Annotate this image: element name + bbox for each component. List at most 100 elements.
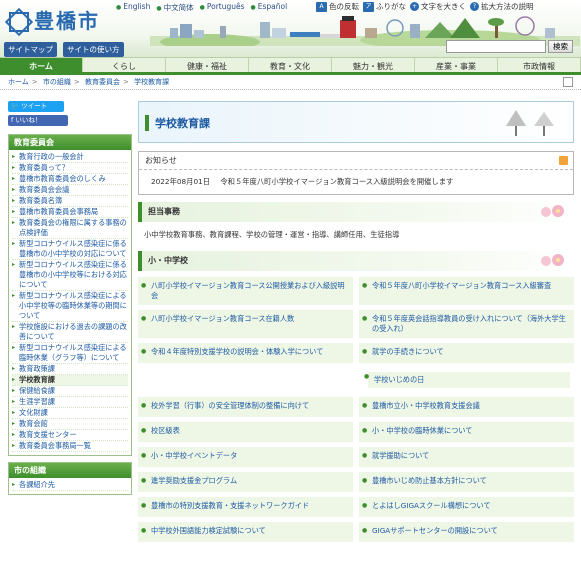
school-link[interactable]: 学校いじめの日: [138, 368, 574, 392]
main-content: 学校教育課 お知らせ 2022年08月01日 令和５年度八町小学校イマージョン教…: [138, 101, 574, 542]
sidebar-list: 教育行政の一般会計教育委員って？豊橋市教育委員会のしくみ教育委員会会議教育委員名…: [9, 150, 131, 455]
nav-health-welfare[interactable]: 健康・福祉: [166, 58, 249, 72]
text-bigger-button[interactable]: + 文字を大きく: [410, 1, 466, 12]
school-link[interactable]: GIGAサポートセンターの開設について: [359, 522, 574, 542]
notice-date: 2022年08月01日: [151, 177, 211, 186]
facebook-like-button[interactable]: f いいね！: [8, 115, 68, 126]
breadcrumb-item[interactable]: 市の組織: [43, 78, 71, 86]
school-link[interactable]: 校外学習（行事）の安全管理体制の整備に向けて: [138, 397, 353, 417]
accessibility-tools: A 色の反転 アふりがな + 文字を大きく ? 拡大方法の説明: [316, 1, 534, 12]
search-input[interactable]: [446, 40, 546, 53]
sidebar-list: 各課紹介先: [9, 478, 131, 494]
school-link[interactable]: 八町小学校イマージョン教育コース在籍人数: [138, 310, 353, 338]
sidebar-item[interactable]: 文化財課: [12, 408, 128, 419]
language-link[interactable]: English: [116, 2, 150, 13]
global-nav: ホーム くらし 健康・福祉 教育・文化 魅力・観光 産業・事業 市政情報: [0, 58, 581, 75]
school-link[interactable]: 豊橋市立小・中学校教育支援会議: [359, 397, 574, 417]
site-search: 検索: [446, 40, 573, 53]
sidebar-item[interactable]: 教育委員名簿: [12, 196, 128, 207]
nav-home[interactable]: ホーム: [0, 58, 83, 72]
school-link[interactable]: 就学の手続きについて: [359, 343, 574, 363]
duties-text: 小中学校教育事務、教育課程、学校の管理・運営・指導、講師任用、生徒指導: [144, 230, 400, 239]
search-button[interactable]: 検索: [548, 40, 573, 53]
city-emblem-icon: [6, 9, 29, 32]
sidebar-box-title: 教育委員会: [9, 135, 131, 150]
color-reverse-button[interactable]: A 色の反転: [316, 1, 359, 12]
flower-icon: [541, 254, 564, 266]
school-link[interactable]: 中学校外国語能力検定試験について: [138, 522, 353, 542]
print-icon[interactable]: [563, 77, 573, 87]
sidebar-item[interactable]: 新型コロナウイルス感染症に係る豊橋市の小中学校等における対応について: [12, 260, 128, 291]
sidebar-item[interactable]: 教育行政の一般会計: [12, 152, 128, 163]
nav-industry[interactable]: 産業・事業: [415, 58, 498, 72]
language-link[interactable]: Português: [200, 2, 245, 13]
notice-item: 2022年08月01日 令和５年度八町小学校イマージョン教育コース入級説明会を開…: [139, 170, 573, 194]
sidebar-item[interactable]: 教育政策課: [12, 364, 128, 375]
sidebar-item[interactable]: 新型コロナウイルス感染症による小中学校等の臨時休業等の期間について: [12, 291, 128, 322]
breadcrumb-item[interactable]: 教育委員会: [85, 78, 120, 86]
sidebar-item[interactable]: 豊橋市教育委員会のしくみ: [12, 174, 128, 185]
nav-city-info[interactable]: 市政情報: [498, 58, 581, 72]
language-link[interactable]: Español: [251, 2, 287, 13]
furigana-icon: ア: [363, 1, 374, 12]
school-link[interactable]: とよはしGIGAスクール構想について: [359, 497, 574, 517]
school-link[interactable]: 豊橋市いじめ防止基本方針について: [359, 472, 574, 492]
sidebar-item[interactable]: 各課紹介先: [12, 480, 128, 491]
sidebar-box-organization: 市の組織 各課紹介先: [8, 462, 132, 495]
school-links: 八町小学校イマージョン教育コース公開授業および入級説明会令和５年度八町小学校イマ…: [138, 277, 574, 542]
school-link[interactable]: 就学援助について: [359, 447, 574, 467]
nav-education-culture[interactable]: 教育・文化: [249, 58, 332, 72]
sidebar-item[interactable]: 教育委員会の権限に属する事務の点検評価: [12, 218, 128, 239]
page-title: 学校教育課: [145, 115, 210, 131]
sidebar-item[interactable]: 教育会館: [12, 419, 128, 430]
sidebar-item[interactable]: 学校施設における過去の課題の改善について: [12, 322, 128, 343]
color-reverse-icon: A: [316, 1, 327, 12]
sidebar-item[interactable]: 教育委員って？: [12, 163, 128, 174]
header-links: サイトマップ サイトの使い方: [4, 42, 124, 57]
sidebar-item[interactable]: 新型コロナウイルス感染症に係る豊橋市の小中学校の対応について: [12, 239, 128, 260]
sidebar-item[interactable]: 生涯学習課: [12, 397, 128, 408]
sidebar-item[interactable]: 教育委員会事務局一覧: [12, 441, 128, 452]
breadcrumb-item[interactable]: ホーム: [8, 78, 29, 86]
nav-tourism[interactable]: 魅力・観光: [332, 58, 415, 72]
page-title-banner: 学校教育課: [138, 101, 574, 143]
zoom-help-button[interactable]: ? 拡大方法の説明: [470, 1, 534, 12]
rss-icon[interactable]: [559, 156, 568, 165]
school-link[interactable]: 八町小学校イマージョン教育コース公開授業および入級説明会: [138, 277, 353, 305]
sidebar-item[interactable]: 教育委員会会議: [12, 185, 128, 196]
language-link[interactable]: 中文简体: [156, 2, 194, 13]
how-to-use-link[interactable]: サイトの使い方: [63, 42, 124, 57]
nav-living[interactable]: くらし: [83, 58, 166, 72]
school-link[interactable]: 小・中学校イベントデータ: [138, 447, 353, 467]
breadcrumb-current: 学校教育課: [134, 78, 170, 86]
tweet-button[interactable]: 🐦 ツイート: [8, 101, 64, 112]
school-section-heading: 小・中学校: [138, 251, 574, 271]
school-link[interactable]: 令和５年度八町小学校イマージョン教育コース入級審査: [359, 277, 574, 305]
school-link[interactable]: 令和５年度英会話指導教員の受け入れについて（海外大学生の受入れ）: [359, 310, 574, 338]
sidebar-item[interactable]: 学校教育課: [12, 375, 128, 386]
duties-heading: 担当事務: [138, 202, 574, 222]
furigana-button[interactable]: アふりがな: [363, 1, 406, 12]
site-header: 豊橋市 English 中文简体 Português Español A色の反転…: [0, 0, 581, 58]
school-link[interactable]: 豊橋市の特別支援教育・支援ネットワークガイド: [138, 497, 353, 517]
sidebar-item[interactable]: 保健給食課: [12, 386, 128, 397]
trees-icon: [506, 110, 554, 136]
sidebar-box-title: 市の組織: [9, 463, 131, 478]
notice-title: お知らせ: [139, 152, 573, 170]
school-link[interactable]: 小・中学校の臨時休業について: [359, 422, 574, 442]
sidebar: 🐦 ツイート f いいね！ 教育委員会 教育行政の一般会計教育委員って？豊橋市教…: [8, 101, 132, 501]
sidebar-item[interactable]: 教育支援センター: [12, 430, 128, 441]
sidebar-item[interactable]: 新型コロナウイルス感染症による臨時休業（グラフ等）について: [12, 343, 128, 364]
site-logo[interactable]: 豊橋市: [6, 5, 100, 34]
notice-link[interactable]: 令和５年度八町小学校イマージョン教育コース入級説明会を開催します: [220, 177, 453, 186]
school-link[interactable]: 校区級表: [138, 422, 353, 442]
social-buttons: 🐦 ツイート f いいね！: [8, 101, 132, 126]
sidebar-box-education-board: 教育委員会 教育行政の一般会計教育委員って？豊橋市教育委員会のしくみ教育委員会会…: [8, 134, 132, 456]
sitemap-link[interactable]: サイトマップ: [4, 42, 57, 57]
language-links: English 中文简体 Português Español: [116, 2, 287, 13]
school-link[interactable]: 進学奨励支援金プログラム: [138, 472, 353, 492]
sidebar-item[interactable]: 豊橋市教育委員会事務局: [12, 207, 128, 218]
school-link[interactable]: 令和４年度特別支援学校の説明会・体験入学について: [138, 343, 353, 363]
question-icon: ?: [470, 2, 479, 11]
breadcrumb: ホーム > 市の組織 > 教育委員会 > 学校教育課: [0, 75, 581, 90]
